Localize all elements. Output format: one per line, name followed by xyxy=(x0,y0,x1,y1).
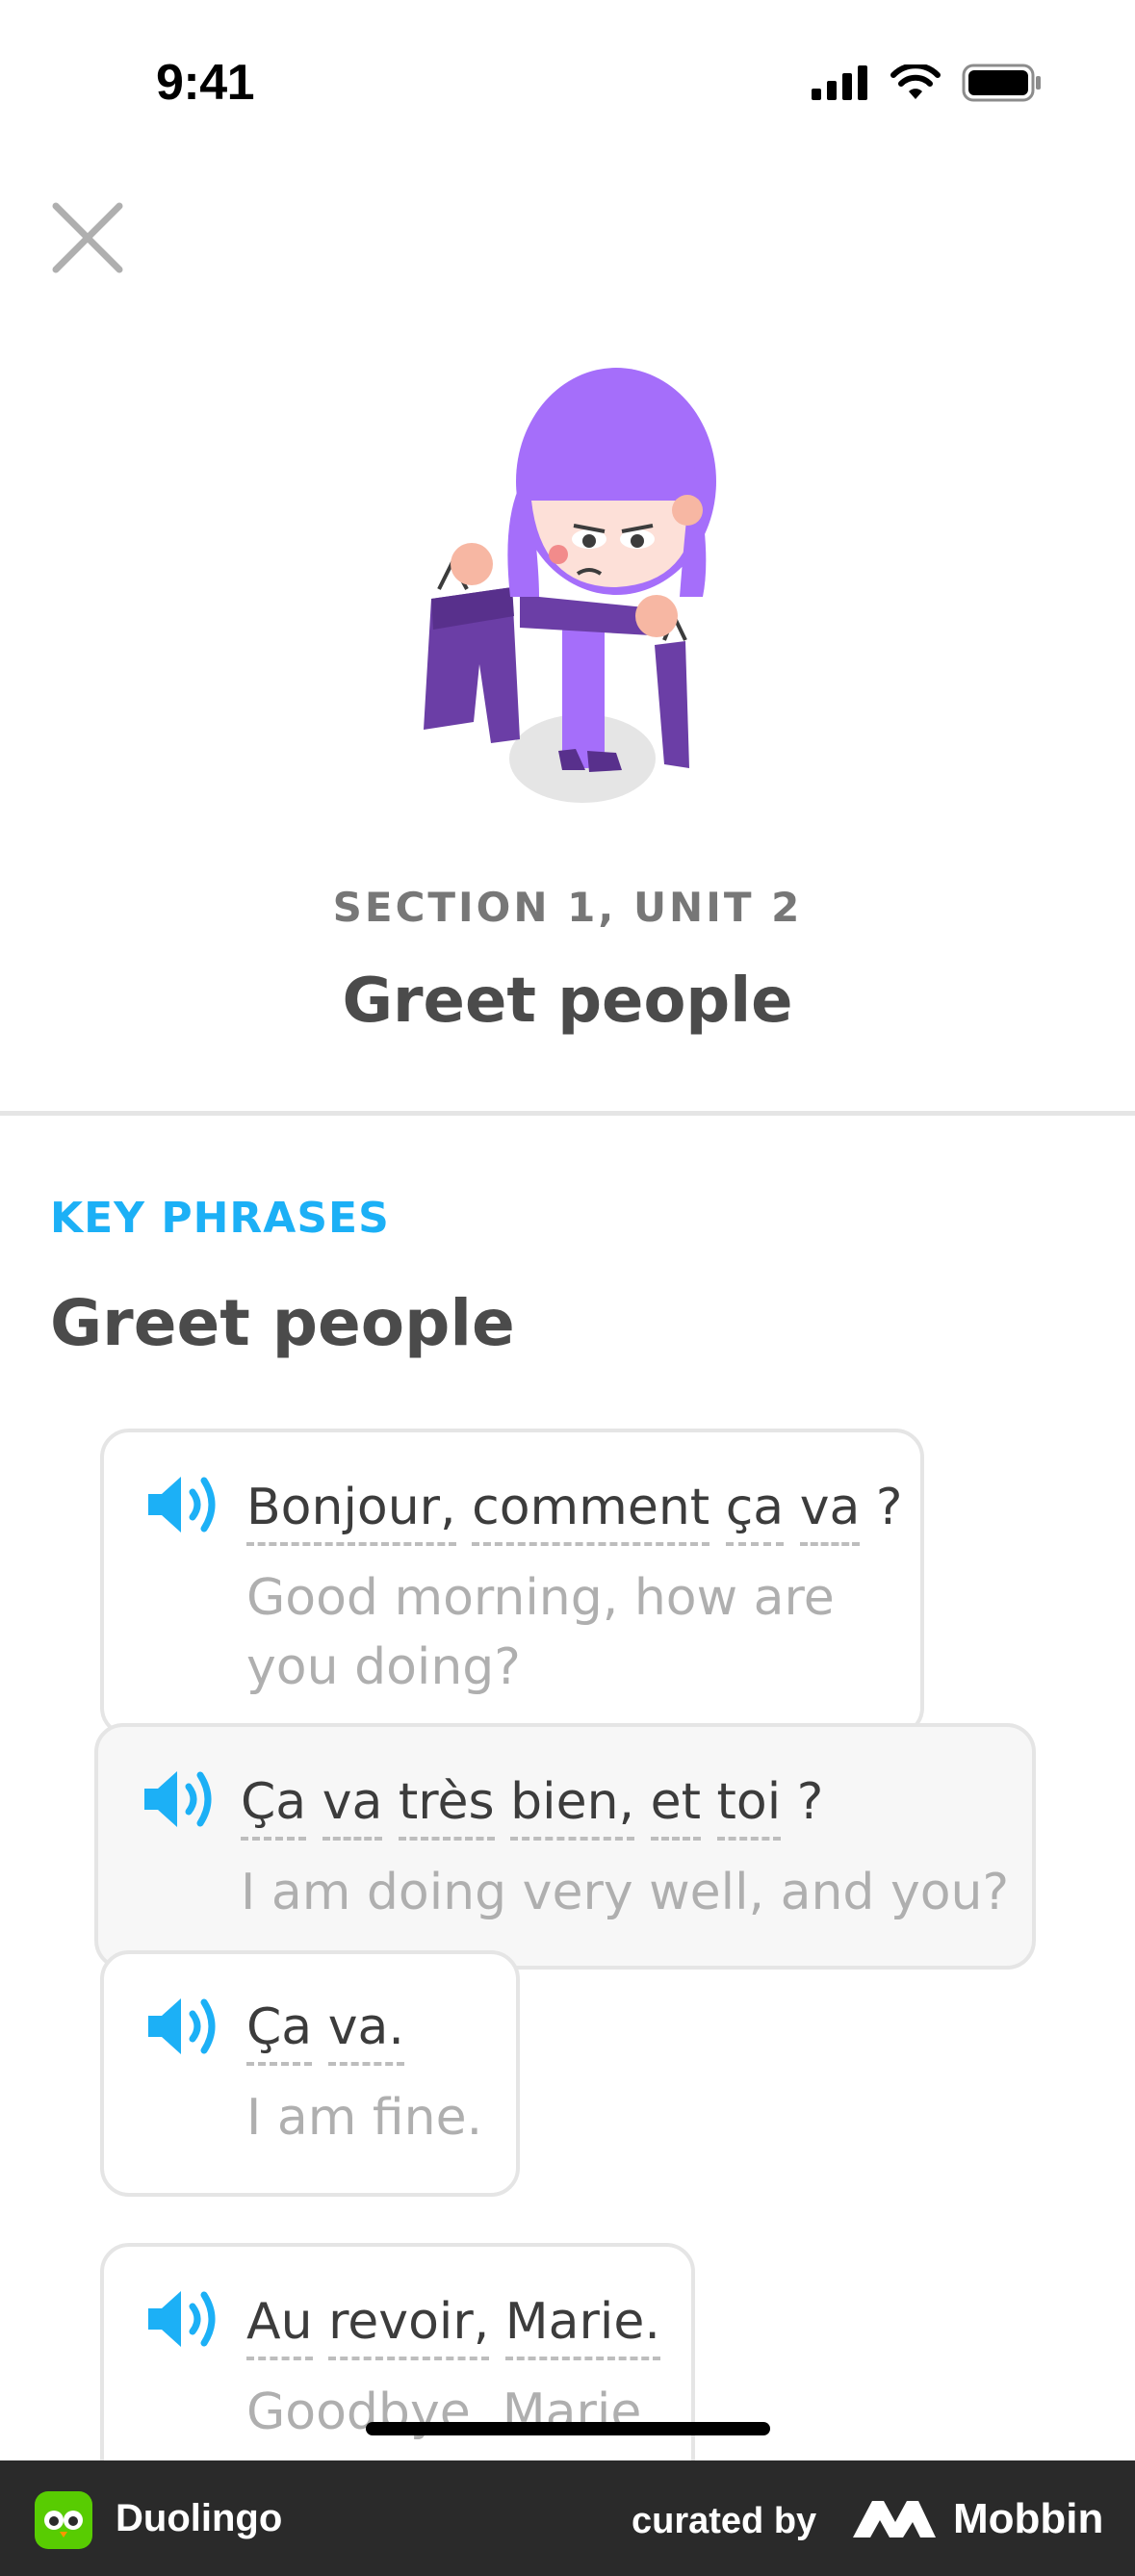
phrase-word[interactable]: va. xyxy=(327,1998,404,2066)
phrase-word[interactable]: va xyxy=(799,1479,861,1546)
phrase-word[interactable]: bien, xyxy=(510,1773,635,1841)
phrase-word[interactable]: va xyxy=(322,1773,383,1841)
translation-line: Goodbye, Marie. xyxy=(246,2383,658,2441)
cellular-signal-icon xyxy=(812,65,867,100)
footer-bar: Duolingo curated by Mobbin xyxy=(0,2460,1135,2576)
mobbin-logo-icon xyxy=(853,2501,936,2537)
dialog-phrase-1: Bonjour, comment ça va ? xyxy=(246,1479,903,1546)
phrase-word[interactable]: Bonjour, xyxy=(246,1479,456,1546)
duolingo-logo-icon xyxy=(35,2491,92,2549)
character-illustration xyxy=(424,368,716,803)
phrase-word[interactable]: revoir, xyxy=(328,2293,490,2360)
translation-line: I am doing very well, and you? xyxy=(241,1864,1010,1921)
status-bar: 9:41 xyxy=(0,0,1135,164)
translation-line: Good morning, how are xyxy=(246,1569,835,1627)
phrase-word[interactable]: ça xyxy=(725,1479,785,1546)
dialog-translation-2: I am doing very well, and you? xyxy=(241,1858,1009,1927)
dialog-translation-4: Goodbye, Marie. xyxy=(246,2378,658,2447)
speaker-icon[interactable] xyxy=(144,1993,221,2060)
speaker-icon[interactable] xyxy=(144,1471,221,1538)
phrase-word[interactable]: toi xyxy=(716,1773,782,1841)
status-time: 9:41 xyxy=(156,55,255,111)
phrase-word[interactable]: Au xyxy=(246,2293,313,2360)
mobbin-brand: Mobbin xyxy=(953,2495,1104,2542)
section-unit-label: SECTION 1, UNIT 2 xyxy=(332,884,803,931)
dialog-phrase-3: Ça va. xyxy=(246,1998,404,2066)
phrase-word: ? xyxy=(875,1479,903,1536)
app-name: Duolingo xyxy=(116,2497,283,2539)
home-indicator[interactable] xyxy=(366,2422,770,2435)
translation-line: I am fine. xyxy=(246,2089,483,2147)
close-icon[interactable] xyxy=(46,196,129,279)
speaker-icon[interactable] xyxy=(141,1765,218,1833)
curated-by-label: curated by xyxy=(632,2501,817,2541)
phrase-word[interactable]: Marie. xyxy=(504,2293,660,2360)
translation-line: you doing? xyxy=(246,1638,521,1696)
phrase-word[interactable]: et xyxy=(650,1773,701,1841)
phrase-word: ? xyxy=(796,1773,824,1831)
dialog-bubble-2 xyxy=(94,1723,1036,1970)
unit-title: Greet people xyxy=(342,966,793,1037)
phrase-word[interactable]: Ça xyxy=(241,1773,307,1841)
dialog-bubble-3 xyxy=(100,1950,520,2197)
dialog-translation-3: I am fine. xyxy=(246,2083,482,2152)
divider xyxy=(0,1111,1135,1116)
dialog-phrase-2: Ça va très bien, et toi ? xyxy=(241,1773,824,1841)
speaker-icon[interactable] xyxy=(144,2285,221,2353)
key-phrases-title: Greet people xyxy=(50,1286,515,1360)
status-icons xyxy=(812,64,1043,102)
key-phrases-label: KEY PHRASES xyxy=(50,1194,390,1243)
dialog-translation-1: Good morning, how are you doing? xyxy=(246,1563,835,1702)
battery-icon xyxy=(962,64,1041,102)
phrase-word[interactable]: très xyxy=(398,1773,495,1841)
wifi-icon xyxy=(890,64,941,99)
phrase-word[interactable]: comment xyxy=(472,1479,710,1546)
phrase-word[interactable]: Ça xyxy=(246,1998,313,2066)
dialog-phrase-4: Au revoir, Marie. xyxy=(246,2293,660,2360)
